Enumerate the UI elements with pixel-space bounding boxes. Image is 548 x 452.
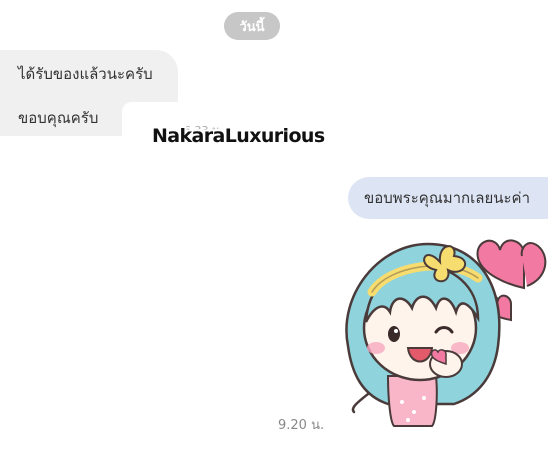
incoming-message-line-2: ขอบคุณครับ (18, 109, 99, 127)
date-divider: วันนี้ (224, 12, 280, 40)
incoming-message-line-1: ได้รับของแล้วนะครับ (18, 65, 153, 83)
outgoing-message-text: ขอบพระคุณมากเลยนะค่า (364, 189, 531, 207)
girl-heart-sticker-icon[interactable] (328, 226, 548, 436)
watermark-text: NakaraLuxurious (152, 125, 325, 147)
outgoing-message-bubble[interactable]: ขอบพระคุณมากเลยนะค่า (348, 177, 548, 219)
date-divider-label: วันนี้ (239, 19, 265, 35)
outgoing-message-time: 9.20 น. (278, 418, 325, 433)
